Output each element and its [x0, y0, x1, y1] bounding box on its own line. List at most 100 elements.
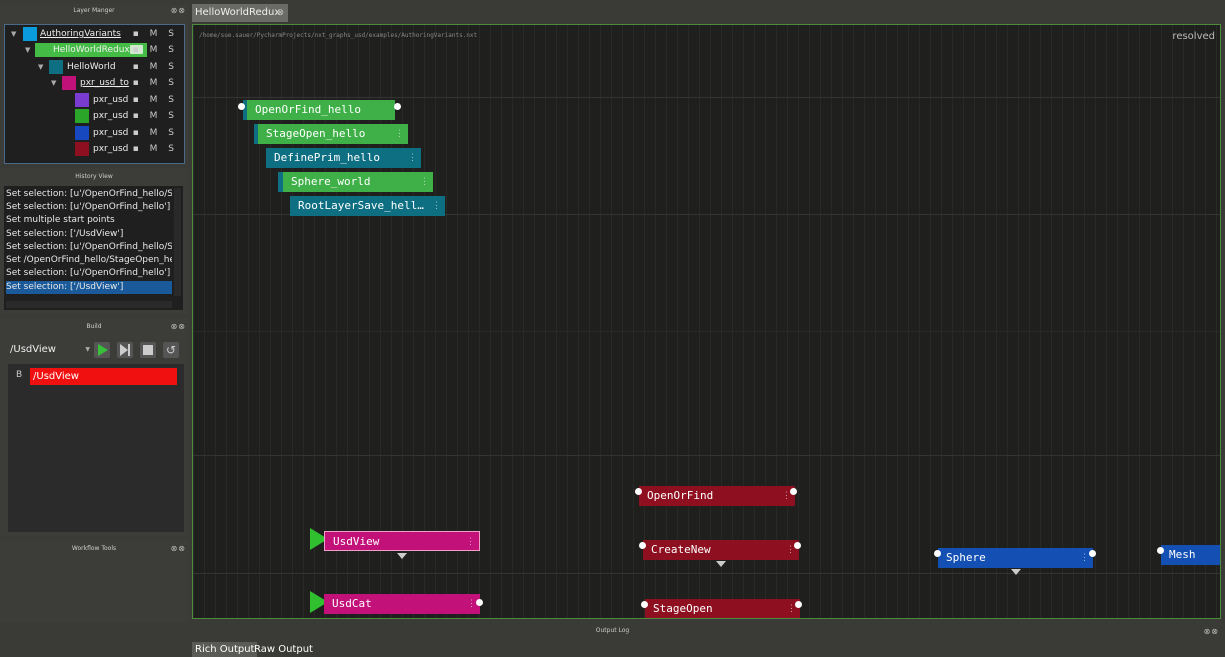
layer-name[interactable]: pxr_usd	[93, 92, 128, 108]
history-item[interactable]: Set multiple start points	[6, 214, 172, 227]
layer-name[interactable]: pxr_usd	[93, 125, 128, 141]
tab-raw-output[interactable]: Raw Output	[254, 642, 313, 657]
node-mesh[interactable]: Mesh	[1161, 545, 1220, 565]
solo-toggle[interactable]: S	[168, 144, 178, 154]
build-item[interactable]: /UsdView	[30, 368, 177, 385]
layer-name[interactable]: HelloWorld	[67, 59, 116, 75]
layer-row[interactable]: ▼ HelloWorldRedux ▪ M S	[5, 42, 184, 58]
layer-row[interactable]: pxr_usd ▪ M S	[5, 108, 184, 124]
history-item[interactable]: Set selection: [u'/OpenOrFind_hello/St	[6, 188, 172, 201]
vertical-scrollbar[interactable]	[174, 188, 181, 296]
solo-toggle[interactable]: S	[168, 128, 178, 138]
expand-arrow-icon[interactable]: ▼	[25, 42, 30, 58]
solo-toggle[interactable]: S	[168, 29, 178, 39]
input-port[interactable]	[238, 103, 245, 110]
node-sphere[interactable]: Sphere ⋮	[938, 548, 1093, 568]
mute-toggle[interactable]: M	[150, 62, 162, 72]
node-menu-icon[interactable]: ⋮	[466, 532, 475, 552]
run-icon[interactable]	[94, 342, 110, 358]
tab-rich-output[interactable]: Rich Output	[192, 642, 258, 657]
layer-name[interactable]: pxr_usd_to	[80, 75, 129, 91]
layer-row[interactable]: pxr_usd ▪ M S	[5, 141, 184, 157]
layer-flags[interactable]: ▪ M S	[133, 141, 178, 157]
solo-toggle[interactable]: S	[168, 78, 178, 88]
mute-toggle[interactable]: M	[150, 144, 162, 154]
node-menu-icon[interactable]: ⋮	[408, 148, 417, 168]
node-menu-icon[interactable]: ⋮	[395, 124, 404, 144]
expand-arrow-icon[interactable]: ▼	[11, 26, 16, 42]
reset-icon[interactable]: ↺	[163, 342, 179, 358]
output-port[interactable]	[394, 103, 401, 110]
node-usdview[interactable]: UsdView ⋮	[324, 531, 480, 551]
node-stageopen[interactable]: StageOpen ⋮	[645, 599, 800, 618]
solo-toggle[interactable]: S	[168, 111, 178, 121]
build-target-dropdown[interactable]: /UsdView ▼	[6, 342, 92, 358]
node-usdcat[interactable]: UsdCat ⋮	[324, 594, 480, 614]
mute-toggle[interactable]: M	[150, 45, 162, 55]
output-port[interactable]	[794, 542, 801, 549]
close-icon[interactable]: ⊗	[276, 4, 284, 22]
layer-row[interactable]: ▼ AuthoringVariants ▪ M S	[5, 26, 184, 42]
layer-color-swatch[interactable]	[75, 142, 89, 156]
step-icon[interactable]	[117, 342, 133, 358]
output-port[interactable]	[795, 601, 802, 608]
graph-canvas[interactable]: /home/sue.sauer/PycharmProjects/nxt_grap…	[192, 24, 1221, 619]
panel-float-close-icon[interactable]: ⊗⊗	[1204, 627, 1219, 636]
output-port[interactable]	[1089, 550, 1096, 557]
chevron-down-icon[interactable]	[1011, 569, 1021, 575]
history-item[interactable]: Set selection: ['/UsdView']	[6, 228, 172, 241]
layer-flags[interactable]: ▪ M S	[133, 26, 178, 42]
layer-flags[interactable]: ▪ M S	[133, 108, 178, 124]
node-menu-icon[interactable]: ⋮	[467, 594, 476, 614]
layer-flags[interactable]: ▪ M S	[133, 92, 178, 108]
node-menu-icon[interactable]: ⋮	[432, 196, 441, 216]
layer-flags[interactable]: ▪ M S	[133, 125, 178, 141]
node-menu-icon[interactable]: ⋮	[420, 172, 429, 192]
history-item[interactable]: Set selection: [u'/OpenOrFind_hello']	[6, 267, 172, 280]
layer-name[interactable]: pxr_usd	[93, 108, 128, 124]
mute-toggle[interactable]: M	[150, 78, 162, 88]
solo-toggle[interactable]: S	[168, 45, 178, 55]
layer-color-swatch[interactable]	[62, 76, 76, 90]
output-port[interactable]	[790, 488, 797, 495]
node-rootlayersave-hello[interactable]: RootLayerSave_hell… ⋮	[290, 196, 445, 216]
node-menu-icon[interactable]: ⋮	[1080, 548, 1089, 568]
layer-row[interactable]: pxr_usd ▪ M S	[5, 125, 184, 141]
history-item[interactable]: Set selection: [u'/OpenOrFind_hello/St	[6, 241, 172, 254]
input-port[interactable]	[934, 550, 941, 557]
layer-color-swatch[interactable]	[75, 109, 89, 123]
tab-helloworldredux[interactable]: HelloWorldRedux ⊗	[192, 4, 288, 22]
panel-float-close-icon[interactable]: ⊗⊗	[171, 544, 186, 553]
node-openorfind[interactable]: OpenOrFind ⋮	[639, 486, 795, 506]
layer-name[interactable]: HelloWorldRedux	[53, 42, 130, 58]
node-sphere-world[interactable]: Sphere_world ⋮	[278, 172, 433, 192]
input-port[interactable]	[639, 542, 646, 549]
mute-toggle[interactable]: M	[150, 111, 162, 121]
chevron-down-icon[interactable]	[397, 553, 407, 559]
layer-flags[interactable]: ▪ M S	[133, 75, 178, 91]
expand-arrow-icon[interactable]: ▼	[38, 59, 43, 75]
history-item[interactable]: Set selection: [u'/OpenOrFind_hello']	[6, 201, 172, 214]
panel-float-close-icon[interactable]: ⊗⊗	[171, 322, 186, 331]
solo-toggle[interactable]: S	[168, 62, 178, 72]
mute-toggle[interactable]: M	[150, 29, 162, 39]
input-port[interactable]	[1157, 547, 1164, 554]
mute-toggle[interactable]: M	[150, 128, 162, 138]
node-createnew[interactable]: CreateNew ⋮	[643, 540, 799, 560]
layer-color-swatch[interactable]	[23, 27, 37, 41]
layer-flags[interactable]: ▪ M S	[133, 42, 178, 58]
input-port[interactable]	[635, 488, 642, 495]
layer-color-swatch[interactable]	[75, 93, 89, 107]
layer-row[interactable]: ▼ pxr_usd_to ▪ M S	[5, 75, 184, 91]
panel-float-close-icon[interactable]: ⊗⊗	[171, 6, 186, 15]
node-defineprim-hello[interactable]: DefinePrim_hello ⋮	[266, 148, 421, 168]
stop-icon[interactable]	[140, 342, 156, 358]
layer-color-swatch[interactable]	[75, 126, 89, 140]
horizontal-scrollbar[interactable]	[6, 301, 172, 308]
input-port[interactable]	[641, 601, 648, 608]
history-item-selected[interactable]: Set selection: ['/UsdView']	[6, 281, 172, 294]
layer-color-swatch[interactable]	[49, 60, 63, 74]
solo-toggle[interactable]: S	[168, 95, 178, 105]
expand-arrow-icon[interactable]: ▼	[51, 75, 56, 91]
layer-row[interactable]: ▼ HelloWorld ▪ M S	[5, 59, 184, 75]
